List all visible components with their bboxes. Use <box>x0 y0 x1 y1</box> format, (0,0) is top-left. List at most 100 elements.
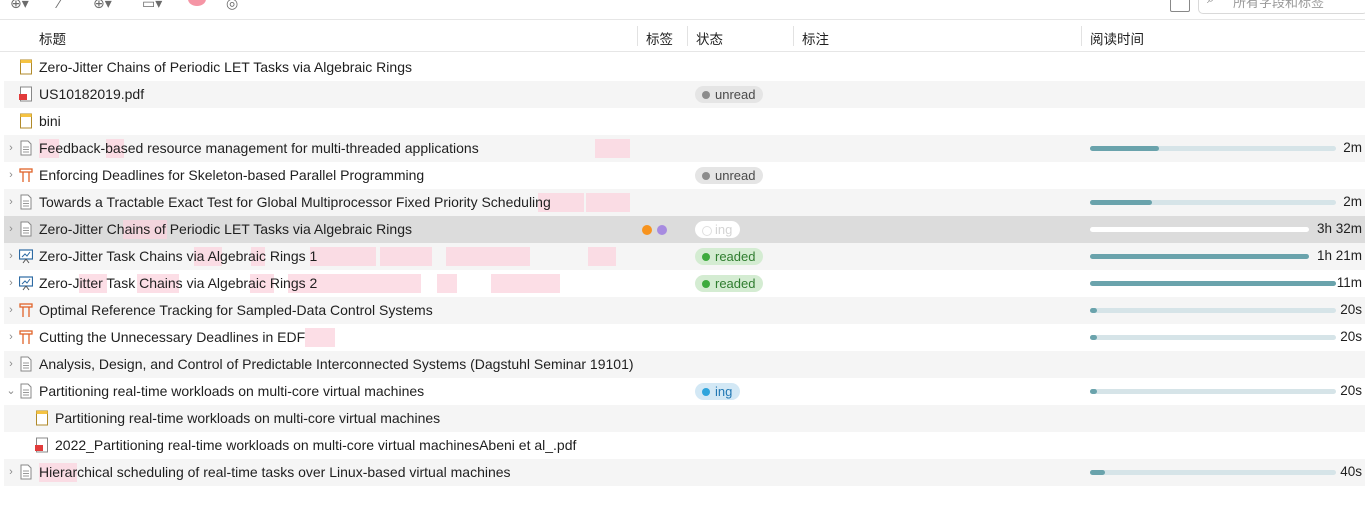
tag-color-dot <box>642 225 652 235</box>
reading-time: 20s <box>1340 329 1362 344</box>
list-item[interactable]: bini <box>4 108 1365 135</box>
search-input[interactable]: ⌕ 所有字段和标签 <box>1198 0 1365 14</box>
column-divider[interactable] <box>637 26 638 46</box>
highlight-mark <box>380 247 432 266</box>
search-placeholder: 所有字段和标签 <box>1233 0 1325 10</box>
highlight-mark <box>446 247 530 266</box>
list-item[interactable]: › Optimal Reference Tracking for Sampled-… <box>4 297 1365 324</box>
conference-paper-icon <box>19 167 33 183</box>
list-item[interactable]: Zero-Jitter Chains of Periodic LET Tasks… <box>4 54 1365 81</box>
highlight-mark <box>595 139 630 158</box>
presentation-icon <box>18 248 34 264</box>
list-item[interactable]: 2022_Partitioning real-time workloads on… <box>4 432 1365 459</box>
status-label: readed <box>715 276 756 291</box>
column-reading-time[interactable]: 阅读时间 <box>1090 28 1144 48</box>
chevron-right-icon[interactable]: › <box>6 141 16 155</box>
column-divider[interactable] <box>1081 26 1082 46</box>
column-title[interactable]: 标题 <box>39 28 66 48</box>
status-badge: ing <box>695 383 741 400</box>
chevron-right-icon[interactable]: › <box>6 357 16 371</box>
sync-icon[interactable]: ◎ <box>226 0 238 10</box>
reading-progress-bar <box>1090 227 1309 232</box>
item-title: Feedback-based resource management for m… <box>39 140 479 156</box>
highlight-mark <box>310 247 376 266</box>
item-title: Hierarchical scheduling of real-time tas… <box>39 464 511 480</box>
reading-time: 11m <box>1336 275 1362 290</box>
list-item[interactable]: US10182019.pdf unread <box>4 81 1365 108</box>
list-item[interactable]: › Zero-Jitter Chains of Periodic LET Task… <box>4 216 1365 243</box>
highlight-mark <box>437 274 457 293</box>
list-item[interactable]: › Towards a Tractable Exact Test for Glob… <box>4 189 1365 216</box>
item-title: Towards a Tractable Exact Test for Globa… <box>39 194 551 210</box>
highlight-mark <box>491 274 560 293</box>
chevron-right-icon[interactable]: › <box>6 465 16 479</box>
column-divider[interactable] <box>793 26 794 46</box>
item-title: Enforcing Deadlines for Skeleton-based P… <box>39 167 425 183</box>
reading-progress-fill <box>1090 281 1336 286</box>
reading-progress-bar <box>1090 470 1336 475</box>
reading-progress-bar <box>1090 254 1309 259</box>
column-status[interactable]: 状态 <box>696 28 723 48</box>
list-item[interactable]: Partitioning real-time workloads on mult… <box>4 405 1365 432</box>
chevron-right-icon[interactable]: › <box>6 222 16 236</box>
column-annotation[interactable]: 标注 <box>802 28 829 48</box>
status-label: readed <box>715 249 756 264</box>
chevron-right-icon[interactable]: › <box>6 168 16 182</box>
wand-icon[interactable]: ⁄ <box>58 0 60 10</box>
item-title: Analysis, Design, and Control of Predict… <box>39 356 634 372</box>
reading-progress-fill <box>1090 146 1159 151</box>
columns-icon[interactable] <box>1170 0 1190 12</box>
highlight-mark <box>588 247 616 266</box>
item-title: US10182019.pdf <box>39 86 145 102</box>
chevron-right-icon[interactable]: › <box>6 303 16 317</box>
reading-time: 20s <box>1340 383 1362 398</box>
note-icon <box>19 113 33 129</box>
status-dot <box>702 91 710 99</box>
list-item[interactable]: › Feedback-based resource management for … <box>4 135 1365 162</box>
status-dot <box>702 280 710 288</box>
note-menu-icon[interactable]: ▭▾ <box>142 0 162 10</box>
highlight-mark <box>305 328 335 347</box>
reading-progress-bar <box>1090 200 1336 205</box>
toolbar: ⊕▾ ⁄ ⊕▾ ▭▾ ◎ ⌕ 所有字段和标签 <box>0 0 1365 18</box>
document-icon <box>19 194 33 210</box>
reading-progress-bar <box>1090 389 1336 394</box>
list-item[interactable]: › Zero-Jitter Task Chains via Algebraic R… <box>4 243 1365 270</box>
new-item-icon[interactable]: ⊕▾ <box>10 0 29 10</box>
chevron-right-icon[interactable]: › <box>6 195 16 209</box>
status-dot <box>702 253 710 261</box>
color-dot-icon[interactable] <box>188 0 206 6</box>
reading-time: 40s <box>1340 464 1362 479</box>
note-icon <box>35 410 49 426</box>
list-item[interactable]: ⌄ Partitioning real-time workloads on mul… <box>4 378 1365 405</box>
reading-progress-fill <box>1090 335 1097 340</box>
reading-progress-bar <box>1090 281 1336 286</box>
document-icon <box>19 140 33 156</box>
column-tags[interactable]: 标签 <box>646 28 673 48</box>
pdf-icon <box>35 437 49 453</box>
list-item[interactable]: › Zero-Jitter Task Chains via Algebraic R… <box>4 270 1365 297</box>
status-dot <box>702 172 710 180</box>
chevron-right-icon[interactable]: › <box>6 330 16 344</box>
new-note-icon[interactable]: ⊕▾ <box>93 0 112 10</box>
chevron-down-icon[interactable]: ⌄ <box>6 384 16 398</box>
item-title: Partitioning real-time workloads on mult… <box>55 410 441 426</box>
reading-progress-fill <box>1090 200 1152 205</box>
column-divider[interactable] <box>687 26 688 46</box>
reading-time: 3h 32m <box>1316 221 1362 236</box>
document-icon <box>19 221 33 237</box>
item-title: bini <box>39 113 61 129</box>
list-item[interactable]: › Cutting the Unnecessary Deadlines in ED… <box>4 324 1365 351</box>
search-icon: ⌕ <box>1207 0 1214 7</box>
document-icon <box>19 383 33 399</box>
item-title: 2022_Partitioning real-time workloads on… <box>55 437 577 453</box>
status-badge: readed <box>695 248 764 265</box>
list-item[interactable]: › Analysis, Design, and Control of Predic… <box>4 351 1365 378</box>
chevron-right-icon[interactable]: › <box>6 276 16 290</box>
list-item[interactable]: › Enforcing Deadlines for Skeleton-based … <box>4 162 1365 189</box>
status-dot <box>702 226 712 236</box>
list-item[interactable]: › Hierarchical scheduling of real-time ta… <box>4 459 1365 486</box>
status-badge: unread <box>695 167 764 184</box>
chevron-right-icon[interactable]: › <box>6 249 16 263</box>
reading-progress-fill <box>1090 308 1097 313</box>
